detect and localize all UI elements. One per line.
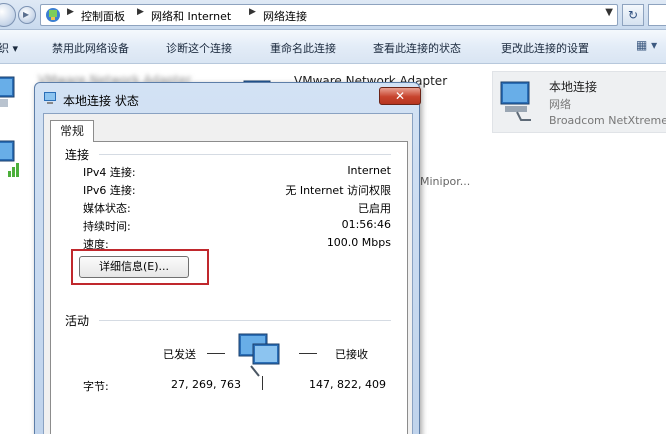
change-settings-button[interactable]: 更改此连接的设置 bbox=[501, 40, 589, 56]
duration-label: 持续时间: bbox=[83, 220, 131, 233]
breadcrumb-separator-icon: ▶ bbox=[137, 7, 144, 17]
received-label: 已接收 bbox=[335, 348, 368, 361]
breadcrumb-separator-icon: ▶ bbox=[67, 7, 74, 17]
local-connection-title: 本地连接 bbox=[549, 80, 598, 94]
divider bbox=[99, 320, 391, 321]
ipv4-value: Internet bbox=[347, 164, 391, 177]
divider bbox=[99, 154, 391, 155]
network-adapter-icon[interactable] bbox=[0, 73, 20, 113]
dialog-title: 本地连接 状态 bbox=[63, 94, 139, 108]
breadcrumb-network-connections[interactable]: 网络连接 bbox=[263, 8, 307, 24]
sent-dash bbox=[207, 353, 225, 354]
search-input[interactable] bbox=[648, 4, 666, 26]
bytes-label: 字节: bbox=[83, 380, 109, 393]
breadcrumb-network-internet[interactable]: 网络和 Internet bbox=[151, 8, 231, 24]
diagnose-connection-button[interactable]: 诊断这个连接 bbox=[166, 40, 232, 56]
network-activity-icon bbox=[238, 333, 280, 377]
back-button[interactable] bbox=[0, 3, 16, 27]
received-dash bbox=[299, 353, 317, 354]
duration-value: 01:56:46 bbox=[341, 218, 391, 231]
network-status-icon bbox=[44, 92, 56, 104]
address-dropdown-icon[interactable]: ▼ bbox=[605, 7, 613, 18]
details-button[interactable]: 详细信息(E)... bbox=[79, 256, 189, 278]
command-bar: 织 ▾ 禁用此网络设备 诊断这个连接 重命名此连接 查看此连接的状态 更改此连接… bbox=[0, 30, 666, 64]
bytes-divider bbox=[262, 376, 263, 390]
wireless-adapter-icon[interactable] bbox=[0, 137, 20, 181]
control-panel-icon bbox=[46, 8, 60, 22]
vmware-adapter-2-device: Minipor... bbox=[420, 175, 471, 188]
breadcrumb-separator-icon: ▶ bbox=[249, 7, 256, 17]
rename-connection-button[interactable]: 重命名此连接 bbox=[270, 40, 336, 56]
local-connection-icon bbox=[500, 81, 531, 121]
view-options-icon[interactable]: ▦ ▾ bbox=[636, 38, 664, 56]
media-state-value: 已启用 bbox=[358, 202, 391, 215]
general-panel: 连接 IPv4 连接: Internet IPv6 连接: 无 Internet… bbox=[50, 141, 408, 434]
local-connection-item[interactable]: 本地连接 网络 Broadcom NetXtreme bbox=[492, 71, 666, 133]
address-bar: ▶ 控制面板 ▶ 网络和 Internet ▶ 网络连接 ▼ ↻ bbox=[0, 0, 666, 30]
activity-heading: 活动 bbox=[65, 312, 94, 329]
sent-label: 已发送 bbox=[163, 348, 196, 361]
ipv6-value: 无 Internet 访问权限 bbox=[285, 184, 391, 197]
media-state-label: 媒体状态: bbox=[83, 202, 131, 215]
view-status-button[interactable]: 查看此连接的状态 bbox=[373, 40, 461, 56]
bytes-received-value: 147, 822, 409 bbox=[309, 378, 386, 391]
ipv4-label: IPv4 连接: bbox=[83, 166, 136, 179]
speed-value: 100.0 Mbps bbox=[326, 236, 391, 249]
breadcrumb-control-panel[interactable]: 控制面板 bbox=[81, 8, 125, 24]
bytes-sent-value: 27, 269, 763 bbox=[171, 378, 241, 391]
refresh-button[interactable]: ↻ bbox=[622, 4, 644, 26]
close-button[interactable]: ✕ bbox=[379, 87, 421, 105]
dialog-body: 常规 连接 IPv4 连接: Internet IPv6 连接: 无 Inter… bbox=[43, 113, 413, 434]
address-box[interactable]: ▶ 控制面板 ▶ 网络和 Internet ▶ 网络连接 ▼ bbox=[40, 4, 618, 26]
ipv6-label: IPv6 连接: bbox=[83, 184, 136, 197]
local-connection-device: Broadcom NetXtreme bbox=[549, 114, 666, 127]
tab-general[interactable]: 常规 bbox=[50, 120, 94, 142]
disable-device-button[interactable]: 禁用此网络设备 bbox=[52, 40, 129, 56]
status-dialog: 本地连接 状态 ✕ 常规 连接 IPv4 连接: Internet IPv6 连… bbox=[34, 82, 421, 434]
organize-menu[interactable]: 织 ▾ bbox=[0, 40, 18, 56]
forward-button[interactable] bbox=[18, 6, 36, 24]
local-connection-network: 网络 bbox=[549, 98, 571, 111]
connection-heading: 连接 bbox=[65, 146, 94, 163]
